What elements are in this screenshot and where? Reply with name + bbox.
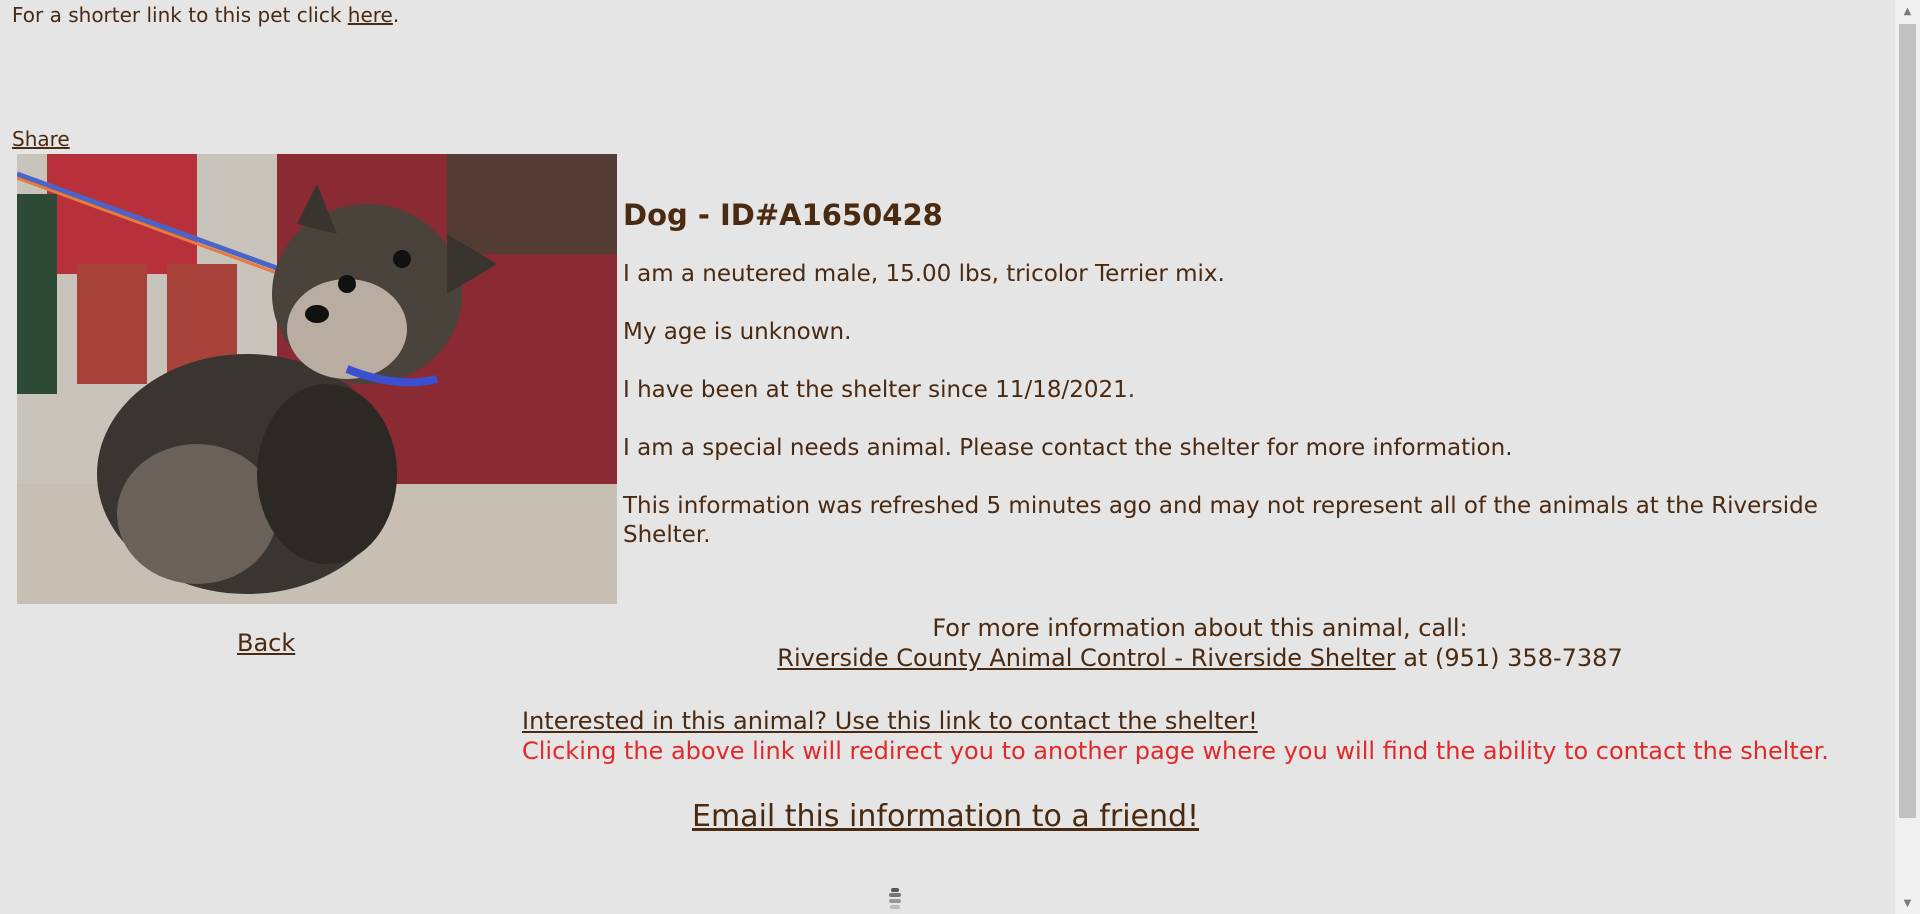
pet-special-needs: I am a special needs animal. Please cont… [623, 435, 1513, 461]
pet-age: My age is unknown. [623, 319, 852, 345]
loader-icon [886, 886, 904, 914]
contact-shelter-line: Riverside County Animal Control - Rivers… [520, 643, 1880, 673]
shorter-link-prefix: For a shorter link to this pet click [12, 3, 348, 27]
shelter-link[interactable]: Riverside County Animal Control - Rivers… [777, 644, 1395, 672]
shorter-link-here[interactable]: here [348, 3, 393, 27]
interest-section: Interested in this animal? Use this link… [522, 706, 1892, 766]
scroll-thumb[interactable] [1899, 24, 1916, 818]
refresh-note: This information was refreshed 5 minutes… [623, 493, 1818, 548]
pet-title: Dog - ID#A1650428 [623, 198, 943, 232]
redirect-note: Clicking the above link will redirect yo… [522, 737, 1829, 765]
scroll-up-icon[interactable]: ▲ [1895, 0, 1920, 22]
scroll-down-icon[interactable]: ▼ [1895, 892, 1920, 914]
contact-shelter-link[interactable]: Interested in this animal? Use this link… [522, 707, 1258, 735]
email-friend-link[interactable]: Email this information to a friend! [692, 798, 1199, 836]
contact-info: For more information about this animal, … [520, 613, 1880, 673]
shorter-link-suffix: . [392, 3, 400, 27]
pet-description: I am a neutered male, 15.00 lbs, tricolo… [623, 261, 1225, 287]
shorter-link-line: For a shorter link to this pet click her… [12, 2, 399, 28]
pet-details-page: For a shorter link to this pet click her… [0, 0, 1895, 914]
pet-photo [17, 154, 617, 604]
share-link[interactable]: Share [12, 126, 70, 152]
shelter-phone: at (951) 358-7387 [1395, 644, 1623, 672]
contact-intro: For more information about this animal, … [932, 614, 1468, 642]
pet-details: Dog - ID#A1650428 I am a neutered male, … [623, 196, 1888, 579]
dog-photo-image [17, 154, 617, 604]
pet-shelter-since: I have been at the shelter since 11/18/2… [623, 377, 1136, 403]
back-link[interactable]: Back [237, 628, 295, 658]
vertical-scrollbar[interactable]: ▲ ▼ [1895, 0, 1920, 914]
